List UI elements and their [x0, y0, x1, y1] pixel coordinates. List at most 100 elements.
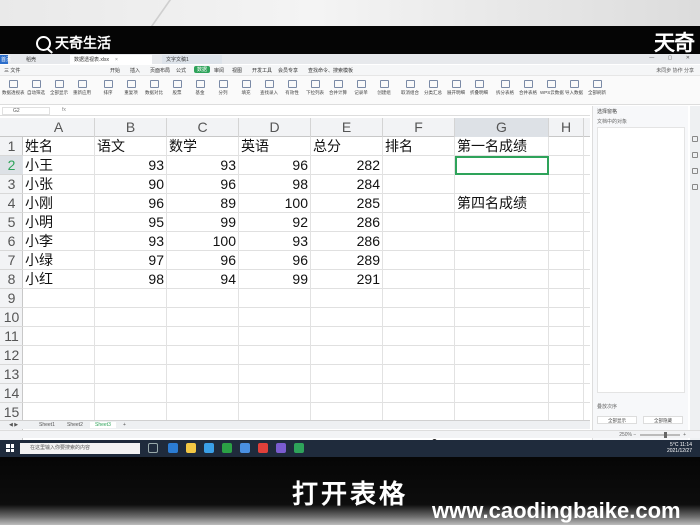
row-header-9[interactable]: 9 [0, 289, 23, 308]
cell[interactable] [549, 308, 584, 327]
row-header-5[interactable]: 5 [0, 213, 23, 232]
cell[interactable] [383, 232, 455, 251]
cell[interactable] [311, 308, 383, 327]
sheet-tab-3[interactable]: Sheet3 [90, 422, 116, 428]
menu-page-layout[interactable]: 页面布局 [150, 67, 170, 74]
cell[interactable] [167, 308, 239, 327]
cell[interactable] [95, 289, 167, 308]
column-header-f[interactable]: F [383, 118, 455, 137]
windows-start-icon[interactable] [6, 444, 14, 452]
cell[interactable]: 98 [95, 270, 167, 289]
row-header-1[interactable]: 1 [0, 137, 23, 156]
cell[interactable] [455, 327, 549, 346]
cell[interactable] [311, 365, 383, 384]
cell[interactable]: 289 [311, 251, 383, 270]
cell[interactable] [455, 251, 549, 270]
ribbon-button[interactable]: 展开明细 [445, 80, 467, 96]
cell[interactable]: 93 [95, 156, 167, 175]
sheet-tab-2[interactable]: Sheet2 [62, 422, 88, 428]
tab-spreadsheet-file[interactable]: 数据透视表.xlsx × [70, 55, 152, 64]
pointer-icon[interactable] [692, 136, 698, 142]
row-header-7[interactable]: 7 [0, 251, 23, 270]
cell[interactable] [311, 327, 383, 346]
menu-formulas[interactable]: 公式 [176, 67, 186, 74]
object-list[interactable] [597, 127, 685, 393]
ribbon-button[interactable]: 合并计算 [327, 80, 349, 96]
menu-insert[interactable]: 插入 [130, 67, 140, 74]
cell[interactable] [455, 270, 549, 289]
header-cell[interactable]: 语文 [95, 137, 167, 156]
app-icon[interactable] [276, 443, 286, 453]
cell[interactable] [549, 289, 584, 308]
cell[interactable] [167, 346, 239, 365]
cell[interactable] [23, 384, 95, 403]
cell[interactable] [549, 213, 584, 232]
cell[interactable] [549, 156, 584, 175]
cell[interactable] [455, 289, 549, 308]
show-all-button[interactable]: 全部显示 [597, 416, 637, 424]
column-header-d[interactable]: D [239, 118, 311, 137]
cell[interactable] [23, 365, 95, 384]
cell[interactable]: 小张 [23, 175, 95, 194]
cell[interactable]: 284 [311, 175, 383, 194]
cell[interactable] [311, 384, 383, 403]
ribbon-button[interactable]: 全部刷新 [586, 80, 608, 96]
cell[interactable]: 小李 [23, 232, 95, 251]
row-header-13[interactable]: 13 [0, 365, 23, 384]
row-header-14[interactable]: 14 [0, 384, 23, 403]
command-search[interactable]: 查找命令、搜索模板 [308, 67, 353, 74]
cell[interactable]: 98 [239, 175, 311, 194]
cell[interactable] [455, 384, 549, 403]
cell[interactable]: 96 [167, 175, 239, 194]
tab-docer[interactable]: 稻壳 [22, 55, 40, 64]
cell[interactable] [455, 365, 549, 384]
sheet-tab-1[interactable]: Sheet1 [34, 422, 60, 428]
cell[interactable] [455, 213, 549, 232]
cell[interactable]: 286 [311, 213, 383, 232]
cell[interactable] [95, 384, 167, 403]
cell[interactable]: 286 [311, 232, 383, 251]
column-header-e[interactable]: E [311, 118, 383, 137]
row-header-3[interactable]: 3 [0, 175, 23, 194]
ribbon-button[interactable]: 全部显示 [48, 80, 70, 96]
menu-member[interactable]: 会员专享 [278, 67, 298, 74]
cell[interactable] [383, 308, 455, 327]
cell[interactable]: 93 [167, 156, 239, 175]
shape-icon[interactable] [692, 168, 698, 174]
row-header-10[interactable]: 10 [0, 308, 23, 327]
cell[interactable] [455, 308, 549, 327]
cell[interactable] [23, 289, 95, 308]
cell[interactable]: 100 [167, 232, 239, 251]
store-icon[interactable] [204, 443, 214, 453]
cell[interactable] [549, 175, 584, 194]
column-header-g[interactable]: G [455, 118, 549, 137]
ribbon-button[interactable]: 股票 [166, 80, 188, 96]
ribbon-button[interactable]: 合并表格 [517, 80, 539, 96]
header-cell[interactable]: 姓名 [23, 137, 95, 156]
cell[interactable] [239, 384, 311, 403]
cell[interactable] [311, 346, 383, 365]
ribbon-button[interactable]: 拆分表格 [494, 80, 516, 96]
cell[interactable]: 89 [167, 194, 239, 213]
cell[interactable] [383, 346, 455, 365]
cell[interactable] [167, 289, 239, 308]
tab-home[interactable]: 首页 [0, 55, 11, 64]
header-cell[interactable]: 英语 [239, 137, 311, 156]
label-cell-fourth[interactable]: 第四名成绩 [455, 194, 549, 213]
cell[interactable]: 291 [311, 270, 383, 289]
cell[interactable] [383, 213, 455, 232]
row-header-6[interactable]: 6 [0, 232, 23, 251]
menu-right-actions[interactable]: 未同步 协作 分享 [656, 67, 694, 74]
cell[interactable] [383, 270, 455, 289]
formula-input[interactable] [80, 107, 580, 115]
column-header-h[interactable]: H [549, 118, 584, 137]
cell[interactable] [95, 365, 167, 384]
cell[interactable] [549, 327, 584, 346]
header-cell[interactable]: 数学 [167, 137, 239, 156]
ribbon-button[interactable]: 有效性 [281, 80, 303, 96]
cell[interactable]: 小红 [23, 270, 95, 289]
ribbon-button[interactable]: 自动筛选 [25, 80, 47, 96]
close-icon[interactable]: × [115, 57, 118, 63]
cell[interactable]: 94 [167, 270, 239, 289]
column-header-c[interactable]: C [167, 118, 239, 137]
